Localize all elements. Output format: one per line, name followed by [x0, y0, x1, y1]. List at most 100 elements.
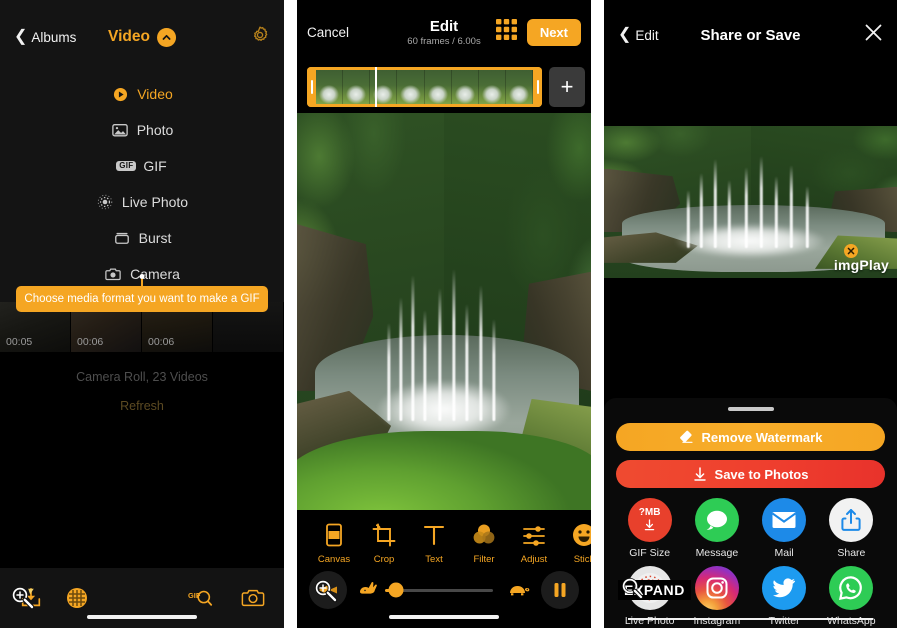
menu-item-gif[interactable]: GIF GIF — [0, 148, 284, 184]
close-button[interactable] — [864, 23, 883, 47]
menu-item-label: Burst — [138, 230, 172, 246]
timeline-frame[interactable] — [397, 70, 425, 104]
share-target-label: WhatsApp — [827, 615, 876, 627]
tooltip-anchor-dot — [139, 274, 145, 279]
turtle-icon — [510, 585, 530, 595]
playhead[interactable] — [375, 67, 378, 107]
speed-fast-button[interactable] — [356, 579, 380, 602]
share-target-gif-size[interactable]: ?MB GIF Size — [616, 498, 683, 559]
sheet-grabber[interactable] — [727, 407, 774, 411]
edit-preview-canvas[interactable] — [297, 113, 591, 510]
thumbnail-duration: 00:05 — [6, 336, 33, 348]
watermark[interactable]: imgPlay — [833, 244, 889, 273]
message-icon — [694, 498, 739, 542]
cancel-button[interactable]: Cancel — [307, 25, 349, 40]
menu-item-live-photo[interactable]: Live Photo — [0, 184, 284, 220]
timeline-frame[interactable] — [478, 70, 506, 104]
gif-size-icon: ?MB — [627, 498, 672, 542]
share-target-label: Instagram — [693, 615, 741, 627]
fountain-photo — [297, 113, 591, 510]
add-frames-button[interactable]: + — [549, 67, 585, 107]
home-indicator — [389, 615, 499, 619]
trim-handle-right[interactable] — [533, 67, 542, 107]
pause-icon — [554, 583, 566, 597]
tool-filter[interactable]: Filter — [459, 521, 509, 565]
camera-capture-button[interactable] — [236, 581, 270, 615]
play-direction-button[interactable] — [309, 571, 347, 609]
close-badge-icon[interactable] — [843, 244, 858, 258]
import-video-icon — [21, 587, 41, 607]
eraser-icon — [679, 430, 693, 443]
menu-item-label: Camera — [130, 266, 180, 282]
timeline-row: + — [307, 67, 591, 107]
edit-toolbar: Canvas Crop Text Filter Adjust Stic — [297, 510, 591, 576]
timeline-frame[interactable] — [424, 70, 452, 104]
gif-size-badge: ?MB — [638, 507, 661, 518]
frame-timeline[interactable] — [307, 67, 542, 107]
media-format-dropdown[interactable]: Video — [108, 27, 176, 47]
camera-icon — [104, 265, 122, 283]
tool-adjust[interactable]: Adjust — [509, 521, 559, 565]
share-target-label: Message — [695, 547, 739, 559]
play-circle-icon — [111, 85, 129, 103]
camera-capture-icon — [241, 589, 265, 607]
burst-icon — [113, 229, 131, 247]
timeline-frame[interactable] — [343, 70, 371, 104]
next-button[interactable]: Next — [526, 18, 581, 46]
save-to-photos-button[interactable]: Save to Photos — [616, 460, 885, 488]
playback-bar — [297, 570, 591, 610]
timeline-frame[interactable] — [451, 70, 479, 104]
share-target-label: Live Photo — [624, 615, 675, 627]
gif-chip-icon: GIF — [116, 157, 137, 175]
waffle-grid-button[interactable] — [60, 581, 94, 615]
share-sheet: Remove Watermark Save to Photos ?MB GIF … — [604, 398, 897, 628]
speed-slow-button[interactable] — [506, 579, 532, 602]
library-status: Camera Roll, 23 Videos — [76, 370, 208, 384]
sticker-icon — [572, 521, 591, 547]
share-target-share[interactable]: Share — [818, 498, 885, 559]
grid-view-button[interactable] — [495, 19, 517, 45]
speed-slider[interactable] — [385, 582, 493, 598]
menu-item-video[interactable]: Video — [0, 76, 284, 112]
timeline-frame[interactable] — [316, 70, 344, 104]
menu-item-photo[interactable]: Photo — [0, 112, 284, 148]
waffle-grid-icon — [67, 588, 87, 608]
share-target-message[interactable]: Message — [683, 498, 750, 559]
watermark-label: imgPlay — [833, 257, 889, 273]
grid-view-icon — [495, 19, 517, 40]
panel-albums: ❮ Albums Video 00:05 00:06 00:06 Video P… — [0, 0, 284, 628]
tool-text[interactable]: Text — [409, 521, 459, 565]
import-video-button[interactable] — [14, 581, 48, 615]
gif-preview[interactable]: imgPlay — [604, 126, 897, 278]
trim-handle-left[interactable] — [307, 67, 316, 107]
remove-watermark-label: Remove Watermark — [701, 429, 823, 445]
photo-icon — [111, 121, 129, 139]
back-to-albums-button[interactable]: ❮ Albums — [14, 29, 76, 45]
tool-sticker[interactable]: Stick — [559, 521, 591, 565]
chevron-left-icon: ❮ — [618, 26, 632, 43]
twitter-icon — [762, 566, 807, 610]
save-to-photos-label: Save to Photos — [714, 466, 809, 482]
live-photo-icon — [96, 193, 114, 211]
home-indicator — [87, 615, 197, 619]
chevron-up-icon — [156, 27, 176, 47]
menu-item-burst[interactable]: Burst — [0, 220, 284, 256]
share-target-label: GIF Size — [629, 547, 671, 559]
menu-item-label: Photo — [136, 122, 174, 138]
refresh-button[interactable]: Refresh — [0, 399, 284, 413]
tool-canvas[interactable]: Canvas — [309, 521, 359, 565]
timeline-frame[interactable] — [505, 70, 533, 104]
back-to-edit-button[interactable]: ❮ Edit — [618, 27, 659, 43]
pause-button[interactable] — [541, 571, 579, 609]
adjust-icon — [522, 521, 546, 547]
share-target-mail[interactable]: Mail — [751, 498, 818, 559]
speed-slider-knob[interactable] — [388, 582, 404, 598]
tool-label: Stick — [573, 554, 591, 565]
crop-icon — [372, 521, 396, 547]
gif-search-button[interactable]: GIF — [184, 581, 218, 615]
settings-button[interactable] — [250, 25, 270, 50]
remove-watermark-button[interactable]: Remove Watermark — [616, 423, 885, 451]
albums-tabbar: GIF — [0, 568, 284, 628]
edit-title-block: Edit 60 frames / 6.00s — [407, 18, 480, 47]
tool-crop[interactable]: Crop — [359, 521, 409, 565]
